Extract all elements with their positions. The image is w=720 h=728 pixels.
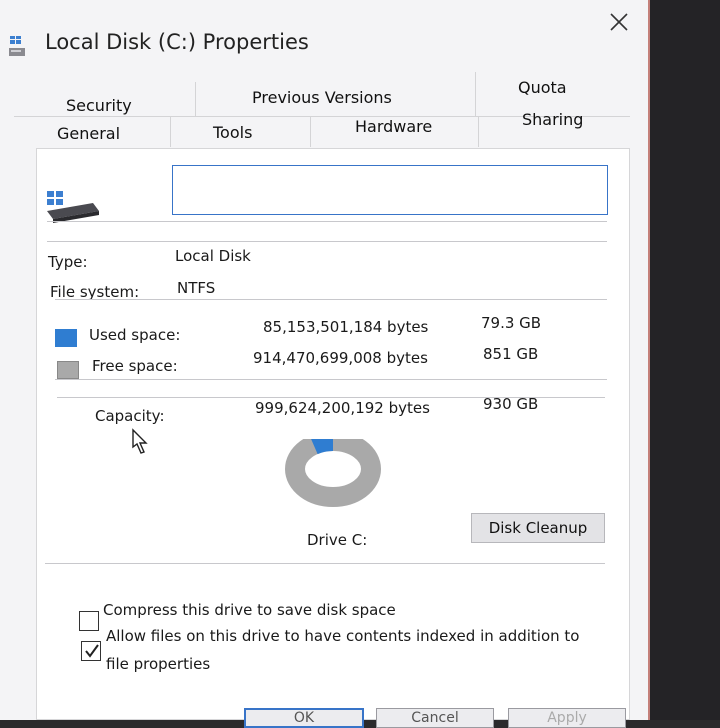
free-space-gb: 851 GB: [483, 345, 539, 363]
free-space-swatch: [57, 361, 79, 379]
close-button[interactable]: [597, 2, 641, 42]
tab-sharing[interactable]: Sharing: [522, 110, 583, 130]
disk-usage-donut: [285, 439, 381, 507]
tab-security[interactable]: Security: [66, 96, 132, 116]
type-value: Local Disk: [175, 247, 251, 265]
mouse-cursor-icon: [124, 428, 150, 462]
drive-label: Drive C:: [307, 531, 368, 549]
checkmark-icon: [85, 644, 99, 658]
capacity-label: Capacity:: [95, 407, 165, 425]
capacity-bytes: 999,624,200,192 bytes: [255, 399, 430, 417]
drive-icon: [45, 189, 105, 225]
apply-button[interactable]: Apply: [508, 708, 626, 728]
used-space-swatch: [55, 329, 77, 347]
disk-cleanup-button[interactable]: Disk Cleanup: [471, 513, 605, 543]
drive-name-input[interactable]: [172, 165, 608, 215]
tab-previous-versions[interactable]: Previous Versions: [252, 88, 392, 108]
free-space-label: Free space:: [92, 357, 178, 375]
close-icon: [610, 13, 628, 31]
drive-icon: [8, 36, 32, 58]
used-space-bytes: 85,153,501,184 bytes: [263, 318, 429, 336]
filesystem-value: NTFS: [177, 279, 216, 297]
used-space-label: Used space:: [89, 326, 181, 344]
title-bar[interactable]: Local Disk (C:) Properties: [0, 0, 648, 70]
used-space-arc: [311, 439, 334, 455]
tab-hardware[interactable]: Hardware: [355, 117, 432, 137]
type-label: Type:: [48, 253, 88, 271]
tab-quota[interactable]: Quota: [518, 78, 567, 98]
compress-label: Compress this drive to save disk space: [103, 601, 396, 619]
tab-general[interactable]: General: [57, 124, 120, 144]
index-checkbox[interactable]: [81, 641, 101, 661]
tab-tools[interactable]: Tools: [213, 123, 252, 143]
window-title: Local Disk (C:) Properties: [45, 30, 309, 54]
index-label-line2: file properties: [106, 655, 211, 673]
capacity-gb: 930 GB: [483, 395, 539, 413]
ok-button[interactable]: OK: [244, 708, 364, 728]
index-label-line1: Allow files on this drive to have conten…: [106, 627, 580, 645]
free-space-bytes: 914,470,699,008 bytes: [253, 349, 428, 367]
used-space-gb: 79.3 GB: [481, 314, 542, 332]
compress-checkbox[interactable]: [79, 611, 99, 631]
properties-dialog: Local Disk (C:) Properties Security Prev…: [0, 0, 650, 728]
desktop-background: [650, 0, 720, 720]
cancel-button[interactable]: Cancel: [376, 708, 494, 728]
